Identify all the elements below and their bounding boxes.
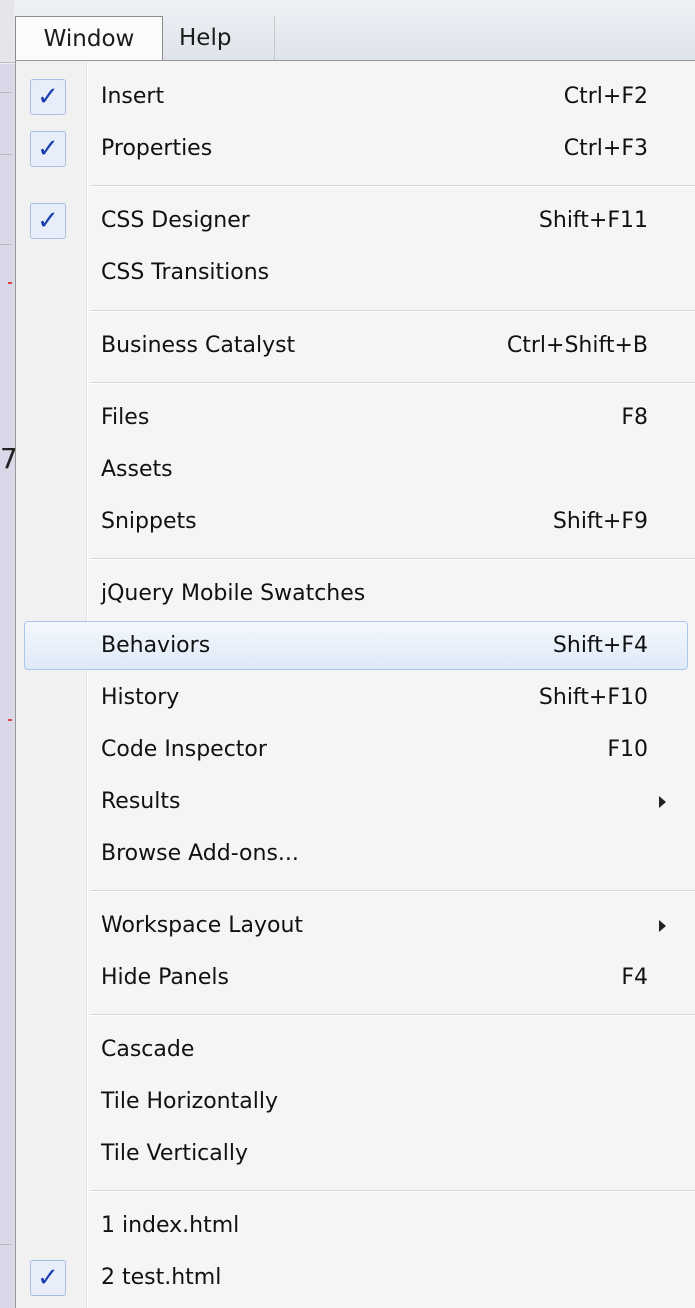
- menu-item-browse-add-ons[interactable]: Browse Add-ons...: [16, 828, 695, 880]
- menu-item-label: Assets: [101, 457, 173, 482]
- menu-item-label: Files: [101, 405, 150, 430]
- menu-item-shortcut: F10: [607, 737, 648, 762]
- marker: [8, 282, 12, 284]
- menu-item-shortcut: Ctrl+Shift+B: [506, 333, 648, 358]
- divider: [0, 92, 12, 93]
- menu-separator: [90, 558, 695, 560]
- checkmark-icon: ✓: [30, 131, 66, 167]
- menu-item-label: CSS Transitions: [101, 260, 270, 285]
- menu-item-behaviors[interactable]: Behaviors Shift+F4: [16, 620, 695, 672]
- menu-item-css-designer[interactable]: ✓ CSS Designer Shift+F11: [16, 195, 695, 247]
- menubar-edge: [0, 0, 14, 62]
- menu-item-label: Code Inspector: [101, 737, 267, 762]
- menu-item-shortcut: Ctrl+F2: [563, 84, 648, 109]
- menu-item-label: 2 test.html: [101, 1265, 222, 1290]
- menubar: Window Help: [0, 0, 695, 63]
- submenu-arrow-icon: [659, 920, 666, 932]
- menu-item-shortcut: F4: [621, 965, 648, 990]
- menu-item-snippets[interactable]: Snippets Shift+F9: [16, 496, 695, 548]
- divider: [0, 244, 12, 245]
- menu-item-label: Properties: [101, 136, 213, 161]
- menu-item-label: Results: [101, 789, 181, 814]
- menu-item-label: Browse Add-ons...: [101, 841, 299, 866]
- checkmark-icon: ✓: [30, 79, 66, 115]
- menu-item-label: 1 index.html: [101, 1213, 240, 1238]
- menu-item-label: Workspace Layout: [101, 913, 304, 938]
- menu-item-label: jQuery Mobile Swatches: [101, 581, 366, 606]
- menu-item-insert[interactable]: ✓ Insert Ctrl+F2: [16, 71, 695, 123]
- menu-item-history[interactable]: History Shift+F10: [16, 672, 695, 724]
- menu-item-workspace-layout[interactable]: Workspace Layout: [16, 900, 695, 952]
- menu-item-2-test-html[interactable]: ✓ 2 test.html: [16, 1252, 695, 1304]
- menu-item-label: Hide Panels: [101, 965, 229, 990]
- menu-separator: [90, 1190, 695, 1192]
- menu-help[interactable]: Help: [163, 16, 275, 60]
- menu-item-assets[interactable]: Assets: [16, 444, 695, 496]
- menu-item-results[interactable]: Results: [16, 776, 695, 828]
- menu-separator: [90, 185, 695, 187]
- menu-item-shortcut: Shift+F10: [538, 685, 648, 710]
- menu-item-label: Business Catalyst: [101, 333, 296, 358]
- menu-item-label: Tile Horizontally: [101, 1089, 278, 1114]
- checkmark-icon: ✓: [30, 203, 66, 239]
- menu-item-cascade[interactable]: Cascade: [16, 1024, 695, 1076]
- menu-item-properties[interactable]: ✓ Properties Ctrl+F3: [16, 123, 695, 175]
- menu-separator: [90, 890, 695, 892]
- menu-item-label: Behaviors: [101, 633, 211, 658]
- menu-item-hide-panels[interactable]: Hide Panels F4: [16, 952, 695, 1004]
- menu-item-business-catalyst[interactable]: Business Catalyst Ctrl+Shift+B: [16, 320, 695, 372]
- menu-item-label: Tile Vertically: [101, 1141, 248, 1166]
- menu-item-label: CSS Designer: [101, 208, 250, 233]
- divider: [0, 1244, 12, 1245]
- marker: [8, 719, 12, 721]
- window-menu-dropdown: ✓ Insert Ctrl+F2 ✓ Properties Ctrl+F3 ✓ CSS Des…: [15, 60, 695, 1308]
- submenu-arrow-icon: [659, 796, 666, 808]
- menu-item-shortcut: F8: [621, 405, 648, 430]
- menu-item-tile-horizontally[interactable]: Tile Horizontally: [16, 1076, 695, 1128]
- menu-item-tile-vertically[interactable]: Tile Vertically: [16, 1128, 695, 1180]
- menu-item-label: Insert: [101, 84, 165, 109]
- menu-item-files[interactable]: Files F8: [16, 392, 695, 444]
- menu-item-shortcut: Ctrl+F3: [563, 136, 648, 161]
- menu-separator: [90, 310, 695, 312]
- menu-item-css-transitions[interactable]: CSS Transitions: [16, 247, 695, 299]
- menu-item-label: History: [101, 685, 180, 710]
- menu-item-shortcut: Shift+F11: [538, 208, 648, 233]
- menu-item-code-inspector[interactable]: Code Inspector F10: [16, 724, 695, 776]
- menu-item-1-index-html[interactable]: 1 index.html: [16, 1200, 695, 1252]
- divider: [0, 154, 12, 155]
- menu-window[interactable]: Window: [15, 16, 163, 60]
- menu-item-label: Cascade: [101, 1037, 195, 1062]
- menu-item-shortcut: Shift+F4: [552, 633, 648, 658]
- menu-item-shortcut: Shift+F9: [552, 509, 648, 534]
- menu-item-label: Snippets: [101, 509, 197, 534]
- checkmark-icon: ✓: [30, 1260, 66, 1296]
- menu-separator: [90, 382, 695, 384]
- menu-item-jquery-mobile-swatches[interactable]: jQuery Mobile Swatches: [16, 568, 695, 620]
- menu-separator: [90, 1014, 695, 1016]
